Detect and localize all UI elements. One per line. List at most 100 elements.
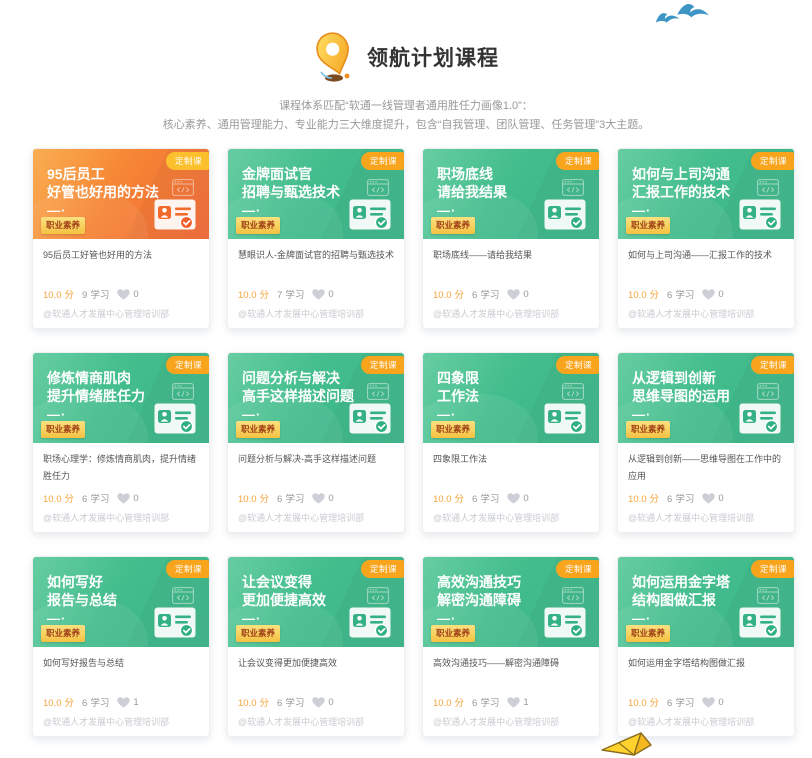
id-card-icon: [739, 403, 781, 434]
id-card-icon: [544, 199, 586, 230]
course-description: 职场底线——请给我结果: [433, 247, 592, 264]
study-suffix: 学习: [90, 698, 109, 709]
id-card-icon: [739, 199, 781, 230]
study-count: 6学习: [82, 491, 109, 505]
heart-icon: [312, 289, 325, 300]
custom-course-badge: 定制课: [751, 560, 794, 578]
course-provider: @软通人才发展中心管理培训部: [238, 307, 364, 320]
study-count: 6学习: [667, 287, 694, 301]
title-divider: —·: [632, 407, 651, 422]
course-provider: @软通人才发展中心管理培训部: [628, 307, 754, 320]
like-button[interactable]: 0: [312, 697, 333, 708]
like-button[interactable]: 0: [312, 289, 333, 300]
like-button[interactable]: 0: [702, 697, 723, 708]
study-value: 6: [82, 698, 87, 709]
title-divider: —·: [242, 611, 261, 626]
id-card-icon: [544, 403, 586, 434]
custom-course-badge: 定制课: [751, 152, 794, 170]
course-score: 10.0分: [433, 287, 464, 301]
course-card[interactable]: 定制课 金牌面试官 招聘与甄选技术 —·: [227, 148, 405, 329]
study-suffix: 学习: [90, 494, 109, 505]
study-suffix: 学习: [480, 698, 499, 709]
custom-course-badge: 定制课: [751, 356, 794, 374]
title-divider: —·: [437, 611, 456, 626]
like-button[interactable]: 0: [117, 289, 138, 300]
course-description: 从逻辑到创新——思维导图在工作中的应用: [628, 451, 787, 485]
browser-window-icon: [172, 383, 194, 400]
score-suffix: 分: [650, 698, 660, 709]
score-suffix: 分: [65, 290, 75, 301]
browser-window-icon: [172, 587, 194, 604]
course-card[interactable]: 定制课 问题分析与解决 高手这样描述问题 —·: [227, 352, 405, 533]
course-card[interactable]: 定制课 高效沟通技巧 解密沟通障碍 —·: [422, 556, 600, 737]
study-value: 6: [667, 698, 672, 709]
like-button[interactable]: 0: [507, 493, 528, 504]
course-description: 如何写好报告与总结: [43, 655, 202, 672]
page-header: 领航计划课程: [0, 28, 812, 86]
course-provider: @软通人才发展中心管理培训部: [43, 307, 169, 320]
course-provider: @软通人才发展中心管理培训部: [238, 511, 364, 524]
bird-icon: [675, 0, 711, 20]
course-description: 让会议变得更加便捷高效: [238, 655, 397, 672]
custom-course-badge: 定制课: [556, 152, 599, 170]
category-tag: 职业素养: [626, 217, 670, 234]
course-title-line1: 四象限: [437, 369, 479, 387]
heart-icon: [117, 697, 130, 708]
score-suffix: 分: [65, 698, 75, 709]
category-tag: 职业素养: [41, 217, 85, 234]
heart-icon: [117, 289, 130, 300]
like-button[interactable]: 1: [507, 697, 528, 708]
course-card[interactable]: 定制课 职场底线 请给我结果 —·: [422, 148, 600, 329]
course-card-cover: 定制课 如何运用金字塔 结构图做汇报 —·: [618, 557, 794, 647]
page-subtitle: 课程体系匹配“软通一线管理者通用胜任力画像1.0”： 核心素养、通用管理能力、专…: [0, 97, 812, 135]
course-score: 10.0分: [628, 491, 659, 505]
like-count: 0: [718, 493, 723, 504]
score-suffix: 分: [455, 290, 465, 301]
like-button[interactable]: 0: [507, 289, 528, 300]
course-title: 修炼情商肌肉 提升情绪胜任力: [47, 369, 145, 405]
score-suffix: 分: [650, 494, 660, 505]
course-card[interactable]: 定制课 如何与上司沟通 汇报工作的技术 —·: [617, 148, 795, 329]
category-tag: 职业素养: [41, 421, 85, 438]
course-card[interactable]: 定制课 95后员工 好管也好用的方法 —·: [32, 148, 210, 329]
course-description: 如何运用金字塔结构图做汇报: [628, 655, 787, 672]
course-card-cover: 定制课 问题分析与解决 高手这样描述问题 —·: [228, 353, 404, 443]
course-card-cover: 定制课 让会议变得 更加便捷高效 —·: [228, 557, 404, 647]
course-card[interactable]: 定制课 如何运用金字塔 结构图做汇报 —·: [617, 556, 795, 737]
like-button[interactable]: 0: [702, 493, 723, 504]
score-value: 10.0: [433, 290, 452, 301]
course-title: 如何运用金字塔 结构图做汇报: [632, 573, 730, 609]
like-button[interactable]: 0: [312, 493, 333, 504]
custom-course-badge: 定制课: [556, 560, 599, 578]
like-button[interactable]: 0: [117, 493, 138, 504]
like-button[interactable]: 1: [117, 697, 138, 708]
course-stats: 10.0分 6学习 0: [628, 695, 724, 709]
like-count: 0: [328, 697, 333, 708]
course-score: 10.0分: [433, 695, 464, 709]
browser-window-icon: [562, 179, 584, 196]
score-value: 10.0: [628, 494, 647, 505]
title-divider: —·: [47, 611, 66, 626]
course-title-line2: 思维导图的运用: [632, 387, 730, 405]
study-value: 6: [472, 494, 477, 505]
course-card[interactable]: 定制课 如何写好 报告与总结 —·: [32, 556, 210, 737]
course-title: 让会议变得 更加便捷高效: [242, 573, 326, 609]
course-card[interactable]: 定制课 从逻辑到创新 思维导图的运用 —·: [617, 352, 795, 533]
category-tag: 职业素养: [431, 421, 475, 438]
course-score: 10.0分: [238, 695, 269, 709]
course-card[interactable]: 定制课 修炼情商肌肉 提升情绪胜任力 —·: [32, 352, 210, 533]
category-tag: 职业素养: [236, 217, 280, 234]
course-stats: 10.0分 9学习 0: [43, 287, 139, 301]
browser-window-icon: [367, 383, 389, 400]
course-stats: 10.0分 6学习 1: [43, 695, 139, 709]
course-title-line2: 招聘与甄选技术: [242, 183, 340, 201]
course-grid: 定制课 95后员工 好管也好用的方法 —·: [32, 148, 795, 737]
course-title-line1: 修炼情商肌肉: [47, 369, 145, 387]
course-card[interactable]: 定制课 让会议变得 更加便捷高效 —·: [227, 556, 405, 737]
course-title: 如何写好 报告与总结: [47, 573, 117, 609]
course-card-cover: 定制课 金牌面试官 招聘与甄选技术 —·: [228, 149, 404, 239]
course-title: 高效沟通技巧 解密沟通障碍: [437, 573, 521, 609]
score-suffix: 分: [650, 290, 660, 301]
course-card[interactable]: 定制课 四象限 工作法 —·: [422, 352, 600, 533]
like-button[interactable]: 0: [702, 289, 723, 300]
